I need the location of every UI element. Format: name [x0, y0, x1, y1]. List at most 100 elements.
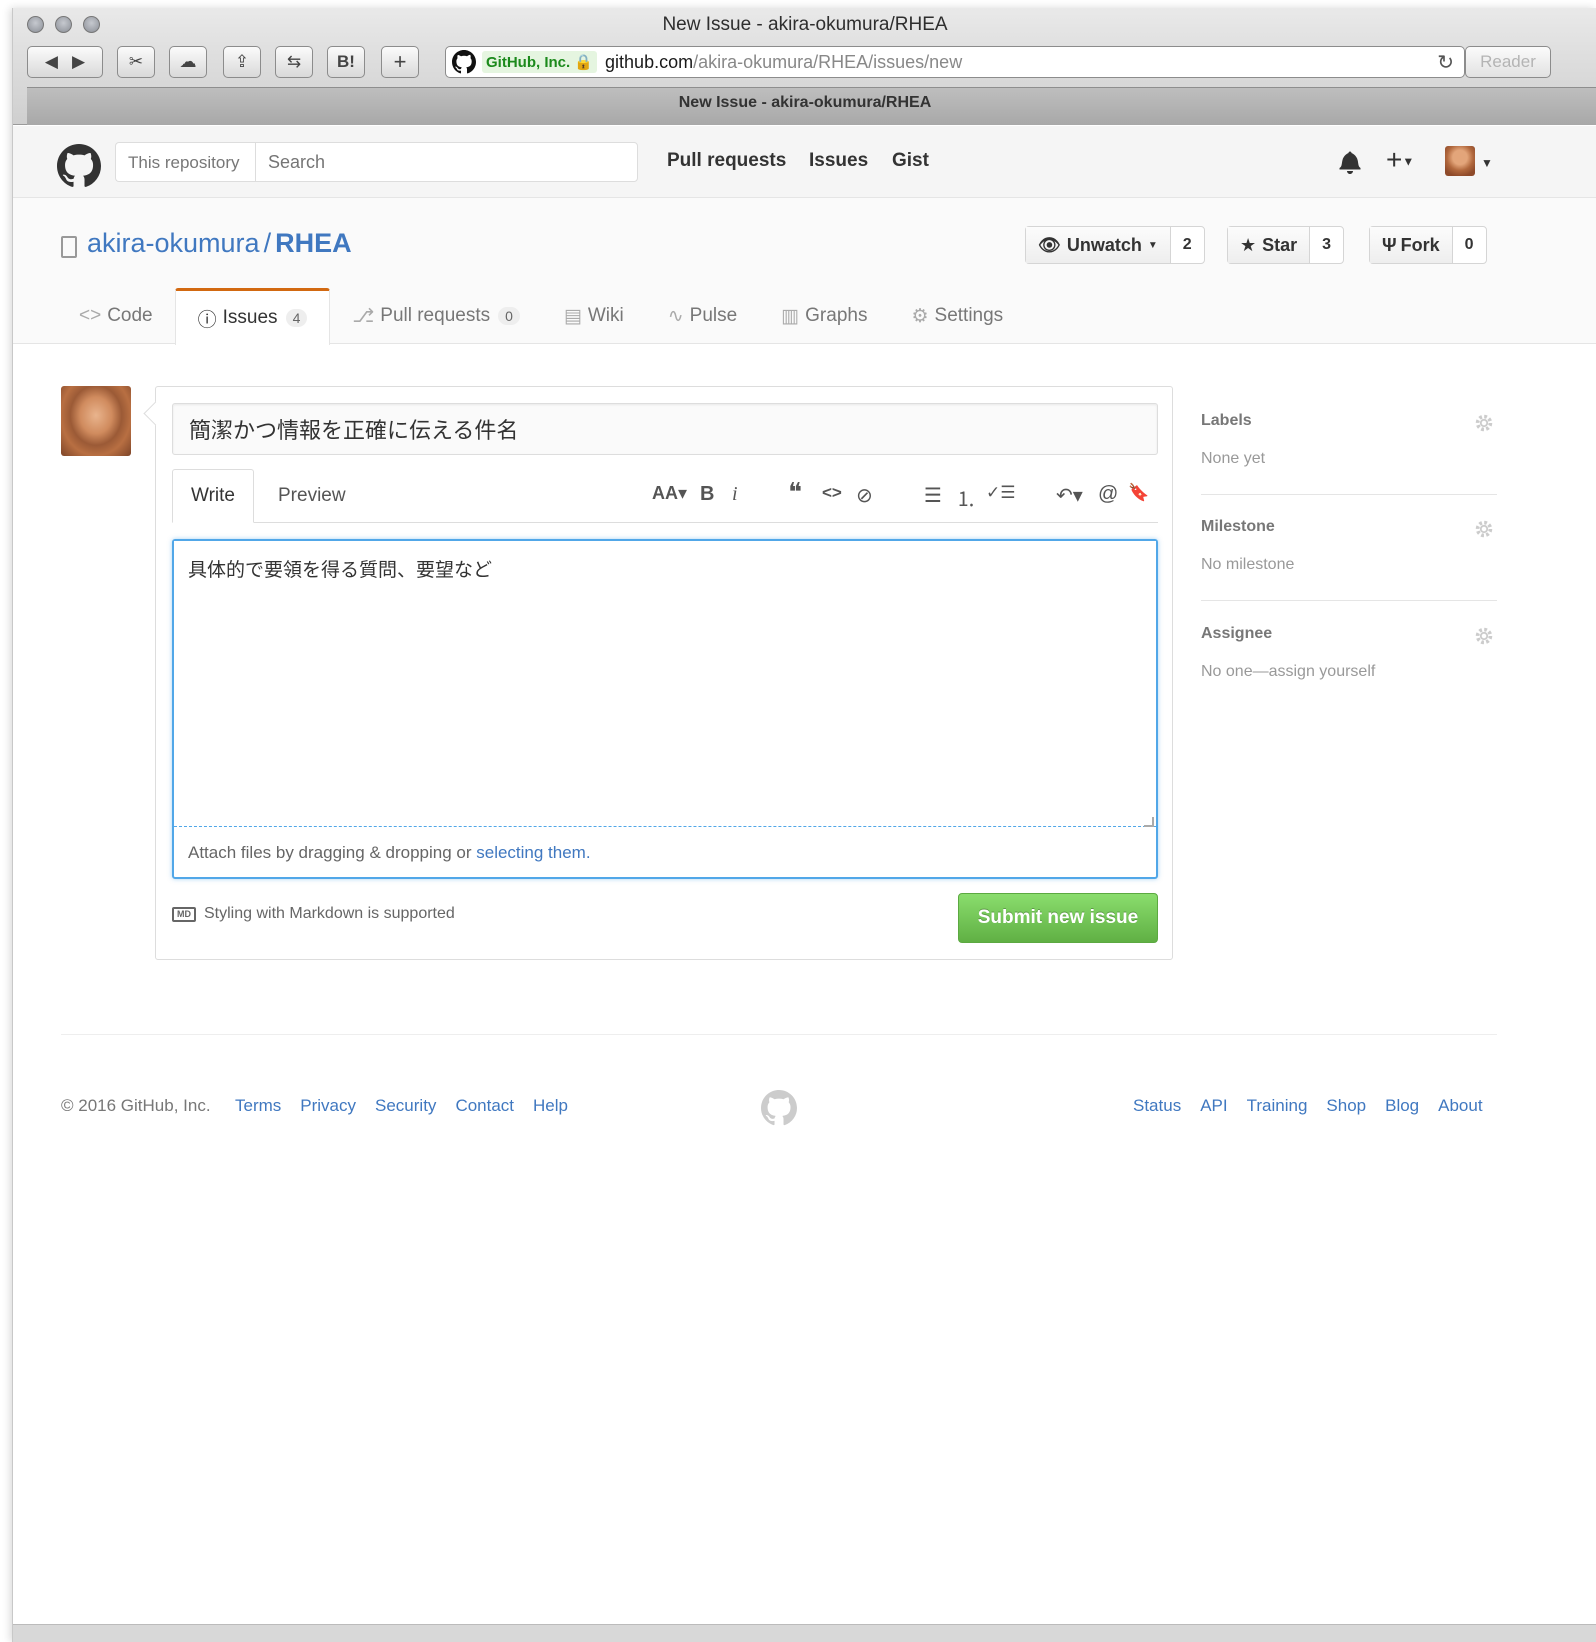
nav-pull-requests[interactable]: Pull requests — [667, 150, 786, 172]
share-button[interactable]: ⇪ — [223, 46, 261, 78]
reload-icon[interactable]: ↻ — [1437, 50, 1454, 75]
resize-handle[interactable] — [1144, 817, 1154, 827]
submit-new-issue-button[interactable]: Submit new issue — [958, 893, 1158, 943]
footer-link-help[interactable]: Help — [533, 1096, 568, 1116]
reply-icon[interactable]: ↶▾ — [1056, 483, 1083, 508]
unwatch-button[interactable]: 👁 Unwatch ▼ — [1026, 227, 1171, 263]
markdown-icon: MD — [172, 906, 196, 922]
italic-icon[interactable]: i — [732, 483, 738, 506]
active-browser-tab[interactable]: New Issue - akira-okumura/RHEA — [13, 94, 1596, 112]
bold-icon[interactable]: B — [700, 483, 714, 506]
footer-link-security[interactable]: Security — [375, 1096, 436, 1116]
icloud-button[interactable]: ☁ — [169, 46, 207, 78]
watchers-count[interactable]: 2 — [1171, 227, 1204, 263]
footer-link-blog[interactable]: Blog — [1385, 1096, 1419, 1116]
footer-links-right: Status API Training Shop Blog About — [1133, 1096, 1483, 1116]
quote-icon[interactable]: ❝ — [788, 477, 802, 508]
sidebar-divider — [1201, 494, 1497, 495]
tab-pulse[interactable]: ∿ Pulse — [646, 288, 759, 344]
search-scope-label: This repository — [115, 142, 255, 182]
milestone-gear-icon[interactable] — [1473, 518, 1495, 540]
pull-requests-counter: 0 — [498, 307, 520, 325]
footer-link-training[interactable]: Training — [1247, 1096, 1308, 1116]
issue-body-textarea[interactable]: 具体的で要領を得る質問、要望など — [174, 541, 1156, 827]
link-icon[interactable]: ⊘ — [856, 483, 873, 508]
back-forward-buttons[interactable]: ◀ ▶ — [27, 46, 103, 78]
extension-button[interactable]: ⇆ — [275, 46, 313, 78]
fork-button[interactable]: Ψ Fork — [1370, 227, 1453, 263]
back-arrow-icon[interactable]: ◀ — [45, 52, 58, 72]
footer-link-api[interactable]: API — [1200, 1096, 1227, 1116]
footer-link-privacy[interactable]: Privacy — [300, 1096, 356, 1116]
forward-arrow-icon[interactable]: ▶ — [72, 52, 85, 72]
repo-owner-link[interactable]: akira-okumura — [87, 228, 260, 258]
plus-icon: + — [1386, 144, 1403, 175]
search-input[interactable] — [255, 142, 638, 182]
caret-down-icon: ▼ — [1402, 154, 1415, 169]
tab-pull-requests[interactable]: ⎇ Pull requests 0 — [330, 288, 542, 344]
footer-link-status[interactable]: Status — [1133, 1096, 1181, 1116]
cloud-icon: ☁ — [179, 52, 197, 71]
milestone-value: No milestone — [1201, 556, 1295, 573]
tab-preview[interactable]: Preview — [260, 469, 364, 523]
tab-write[interactable]: Write — [172, 469, 254, 523]
footer-github-logo-icon[interactable] — [761, 1090, 797, 1126]
tab-code[interactable]: <> Code — [57, 288, 175, 344]
assignee-heading: Assignee — [1201, 625, 1273, 642]
unordered-list-icon[interactable]: ☰ — [924, 483, 942, 508]
code-icon[interactable]: <> — [822, 483, 842, 503]
author-avatar[interactable] — [61, 386, 131, 456]
select-files-link[interactable]: selecting them. — [476, 843, 590, 862]
hatena-bookmark-button[interactable]: B! — [327, 46, 365, 78]
nav-gist[interactable]: Gist — [892, 150, 929, 172]
tab-issues[interactable]: ⓘ Issues 4 — [174, 288, 331, 345]
tab-wiki[interactable]: ▤ Wiki — [542, 288, 646, 344]
caret-down-icon[interactable]: ▼ — [1481, 156, 1493, 170]
issue-title-input[interactable] — [172, 403, 1158, 455]
code-icon: <> — [79, 305, 102, 326]
footer-link-shop[interactable]: Shop — [1326, 1096, 1366, 1116]
share-icon: ⇪ — [234, 52, 250, 71]
repository-header: akira-okumura / RHEA 👁 Unwatch ▼ 2 ★ Star 3 Ψ… — [13, 198, 1596, 345]
ev-certificate-badge[interactable]: GitHub, Inc. 🔒 — [482, 51, 598, 73]
reader-button[interactable]: Reader — [1465, 46, 1551, 78]
issues-counter: 4 — [285, 309, 308, 327]
screenshot-button[interactable]: ✂ — [117, 46, 155, 78]
footer-link-contact[interactable]: Contact — [455, 1096, 514, 1116]
star-icon: ★ — [1240, 234, 1257, 255]
sidebar-assignee: Assignee No one—assign yourself — [1201, 625, 1497, 681]
hatena-bookmark-icon: B! — [337, 52, 355, 71]
ordered-list-icon[interactable]: ⒈ — [956, 483, 976, 512]
nav-issues[interactable]: Issues — [809, 150, 868, 172]
mention-icon[interactable]: @ — [1098, 483, 1118, 506]
url-path: /akira-okumura/RHEA/issues/new — [693, 51, 963, 72]
lock-icon: 🔒 — [574, 54, 594, 71]
star-button[interactable]: ★ Star — [1228, 227, 1311, 263]
labels-gear-icon[interactable] — [1473, 412, 1495, 434]
plus-icon: + — [393, 49, 407, 74]
forks-count[interactable]: 0 — [1453, 227, 1486, 263]
markdown-supported-note[interactable]: MD Styling with Markdown is supported — [172, 905, 455, 923]
footer-link-about[interactable]: About — [1438, 1096, 1482, 1116]
user-avatar[interactable] — [1445, 146, 1475, 176]
bookmark-icon[interactable]: 🔖 — [1128, 483, 1149, 503]
add-bookmark-button[interactable]: + — [381, 46, 419, 78]
assignee-value[interactable]: No one—assign yourself — [1201, 663, 1497, 681]
exchange-icon: ⇆ — [286, 52, 302, 71]
notifications-bell-icon[interactable] — [1339, 150, 1361, 174]
star-button-group: ★ Star 3 — [1227, 226, 1345, 264]
stargazers-count[interactable]: 3 — [1310, 227, 1343, 263]
repo-name-link[interactable]: RHEA — [275, 228, 352, 258]
create-new-dropdown[interactable]: +▼ — [1386, 144, 1414, 176]
window-title: New Issue - akira-okumura/RHEA — [662, 14, 948, 35]
github-logo-icon[interactable] — [57, 144, 101, 188]
task-list-icon[interactable]: ✓☰ — [986, 483, 1015, 503]
watch-button-group: 👁 Unwatch ▼ 2 — [1025, 226, 1205, 264]
tab-graphs[interactable]: ▥ Graphs — [759, 288, 889, 344]
repository-title: akira-okumura / RHEA — [87, 228, 352, 259]
tab-settings[interactable]: ⚙ Settings — [889, 288, 1025, 344]
assignee-gear-icon[interactable] — [1473, 625, 1495, 647]
address-bar[interactable]: GitHub, Inc. 🔒 github.com /akira-okumura… — [445, 46, 1465, 78]
text-size-icon[interactable]: AA▾ — [652, 483, 687, 504]
footer-link-terms[interactable]: Terms — [235, 1096, 281, 1116]
